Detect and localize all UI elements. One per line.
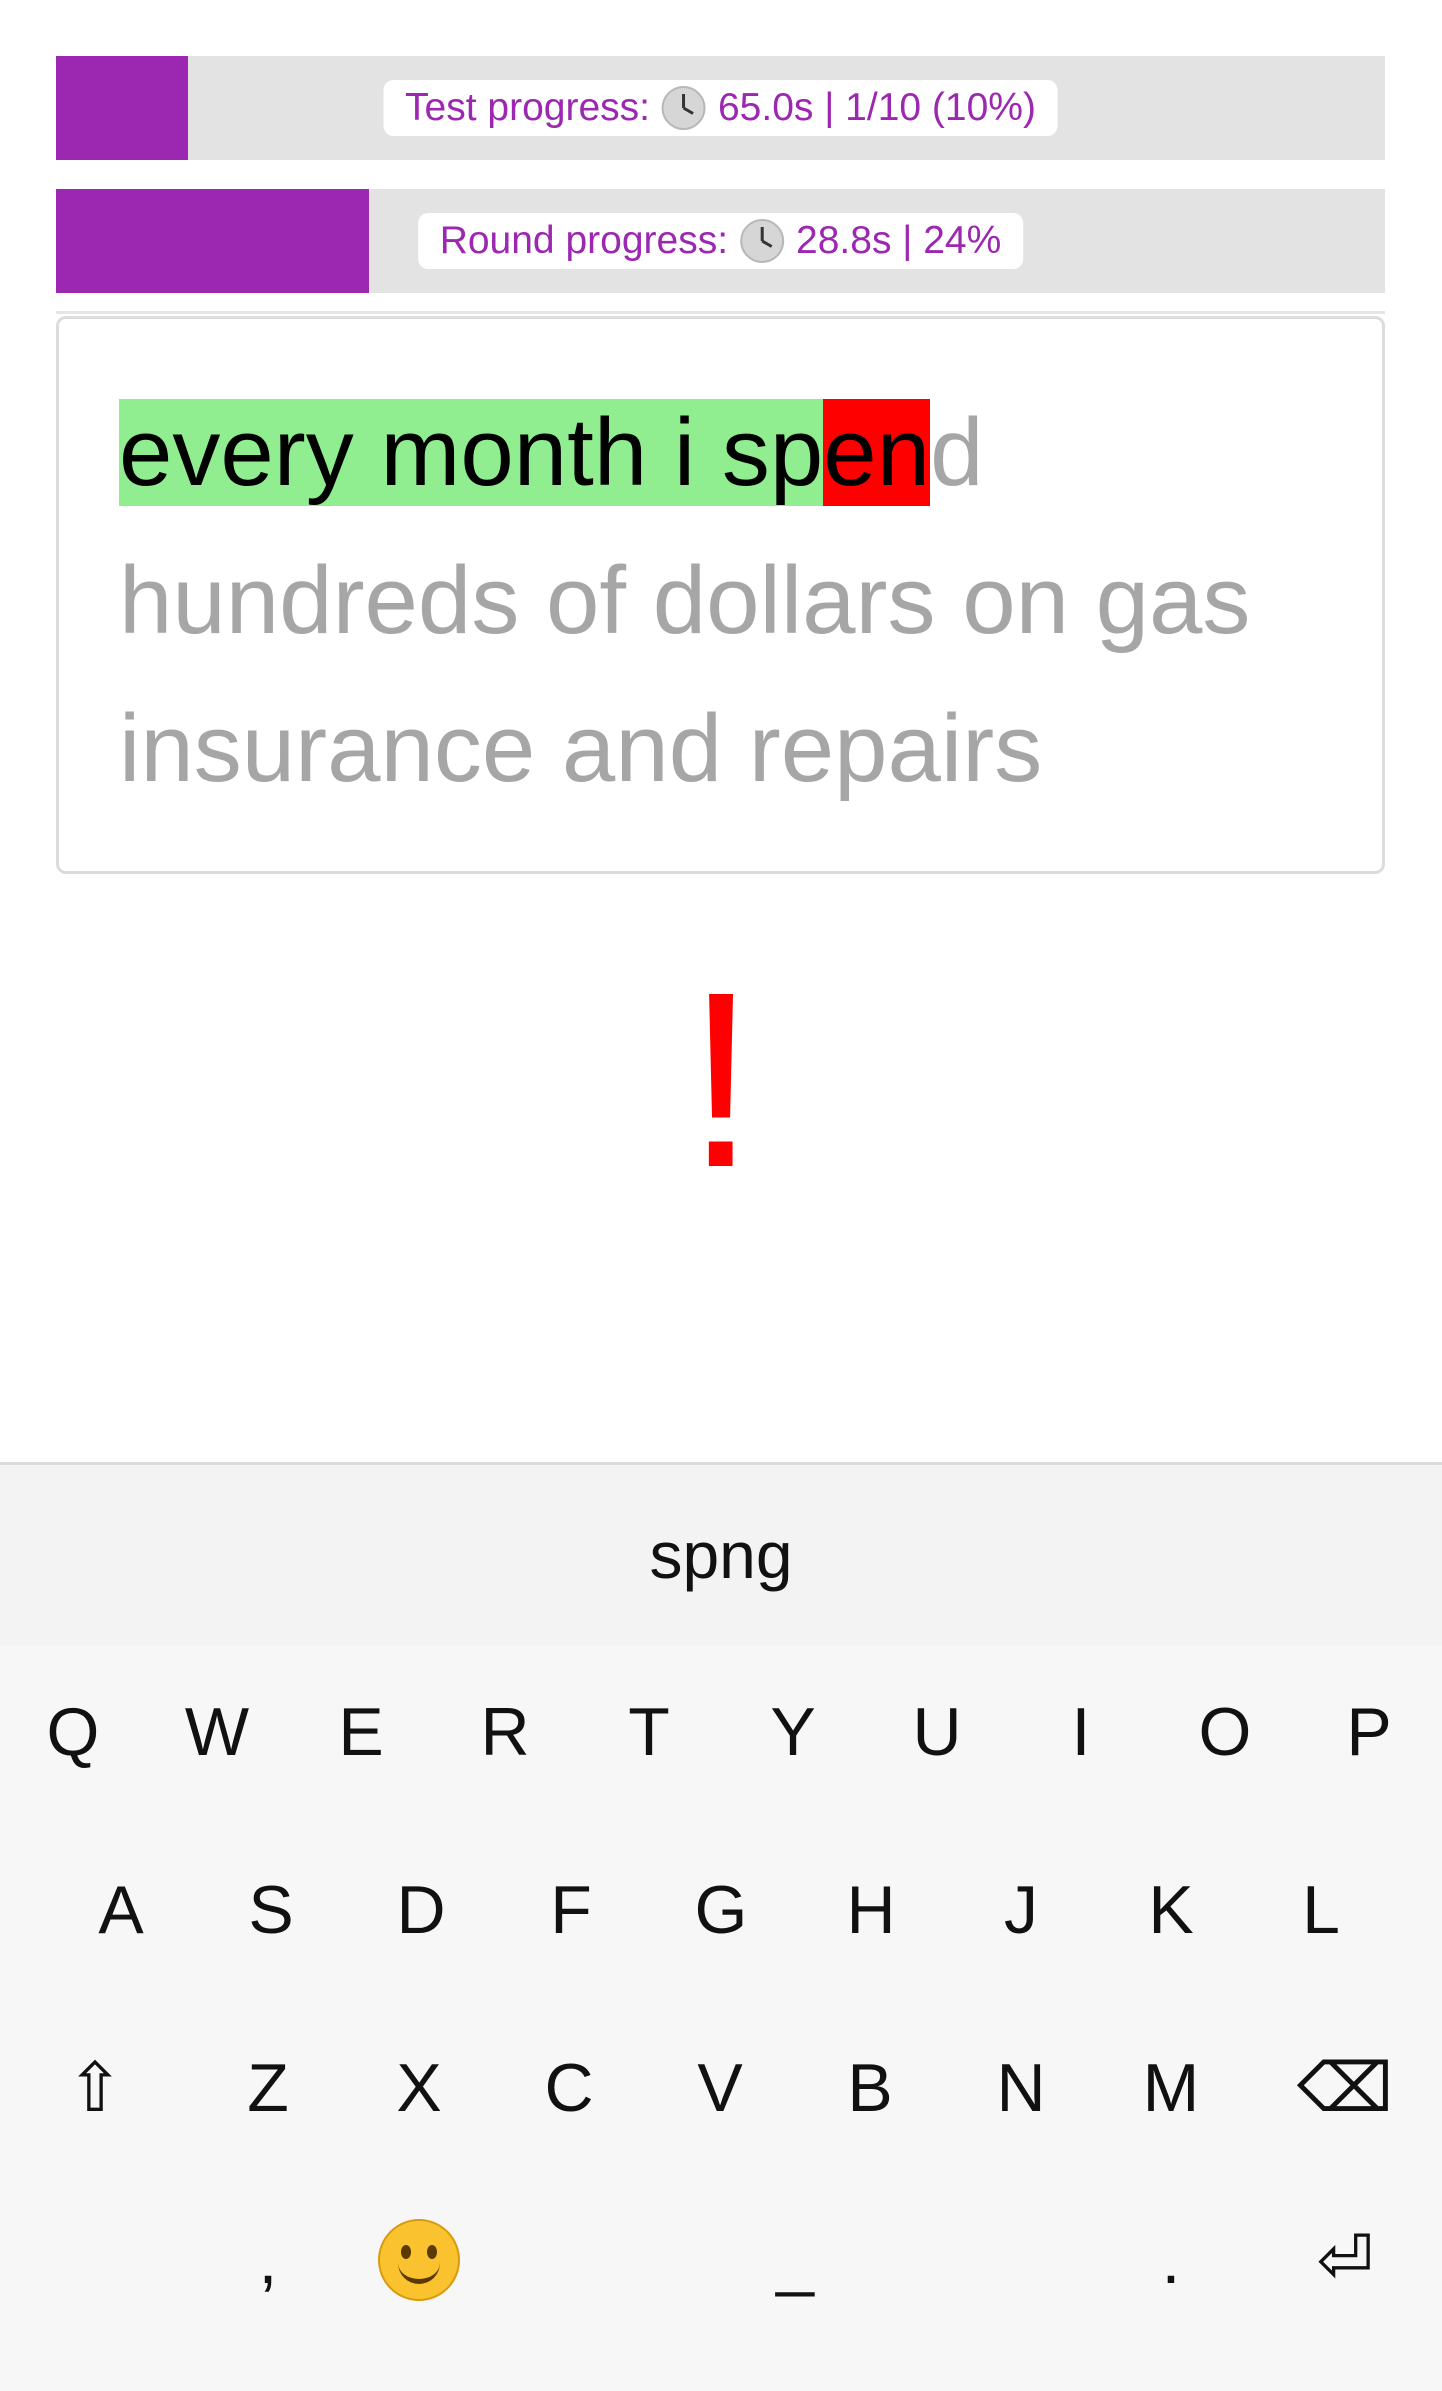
phrase-text: every month i spend hundreds of dollars … [119,379,1349,823]
key-b[interactable]: B [800,2013,940,2163]
key-m[interactable]: M [1101,2013,1241,2163]
suggestion-bar: spng [0,1465,1442,1645]
test-progress-label: Test progress: 65.0s | 1/10 (10%) [383,80,1058,136]
comma-key[interactable]: , [198,2185,338,2335]
key-z[interactable]: Z [198,2013,338,2163]
key-n[interactable]: N [951,2013,1091,2163]
key-i[interactable]: I [1011,1657,1151,1807]
enter-key[interactable]: ⏎ [1275,2185,1415,2335]
key-r[interactable]: R [435,1657,575,1807]
shift-icon: ⇧ [66,2049,124,2126]
test-progress-value: 65.0s | 1/10 (10%) [717,86,1036,129]
clock-icon [740,219,785,263]
key-j[interactable]: J [951,1835,1091,1985]
key-f[interactable]: F [501,1835,641,1985]
error-indicator: ! [686,940,756,1219]
key-l[interactable]: L [1251,1835,1391,1985]
suggestion-word[interactable]: spng [609,1517,832,1593]
period-key[interactable]: . [1101,2185,1241,2335]
typed-wrong-text: en [823,399,931,506]
backspace-key[interactable]: ⌫ [1275,2013,1415,2163]
key-e[interactable]: E [291,1657,431,1807]
key-p[interactable]: P [1299,1657,1439,1807]
round-progress-value: 28.8s | 24% [796,219,1002,262]
shift-key[interactable]: ⇧ [25,2013,165,2163]
key-y[interactable]: Y [723,1657,863,1807]
test-progress-prefix: Test progress: [405,86,650,129]
test-progress-bar: Test progress: 65.0s | 1/10 (10%) [56,56,1385,160]
key-o[interactable]: O [1155,1657,1295,1807]
key-h[interactable]: H [801,1835,941,1985]
test-progress-fill [56,56,188,160]
clock-icon [661,86,706,130]
round-progress-label: Round progress: 28.8s | 24% [417,213,1024,269]
round-progress-bar: Round progress: 28.8s | 24% [56,189,1385,293]
key-q[interactable]: Q [3,1657,143,1807]
key-u[interactable]: U [867,1657,1007,1807]
phrase-card: every month i spend hundreds of dollars … [56,316,1385,874]
emoji-key[interactable] [349,2185,489,2335]
space-key[interactable]: _ [500,2185,1090,2335]
smiley-emoji-icon [378,2219,460,2301]
key-c[interactable]: C [499,2013,639,2163]
typed-correct-text: every month i sp [119,399,824,506]
key-t[interactable]: T [579,1657,719,1807]
separator [56,311,1385,314]
key-a[interactable]: A [51,1835,191,1985]
key-w[interactable]: W [147,1657,287,1807]
key-s[interactable]: S [201,1835,341,1985]
key-v[interactable]: V [650,2013,790,2163]
key-k[interactable]: K [1101,1835,1241,1985]
round-progress-prefix: Round progress: [439,219,729,262]
backspace-icon: ⌫ [1296,2049,1394,2126]
round-progress-fill [56,189,369,293]
enter-icon: ⏎ [1316,2221,1374,2298]
key-d[interactable]: D [351,1835,491,1985]
on-screen-keyboard: spng Q W E R T Y U I O P A S D F G H J K… [0,1462,1442,2391]
key-x[interactable]: X [349,2013,489,2163]
key-g[interactable]: G [651,1835,791,1985]
